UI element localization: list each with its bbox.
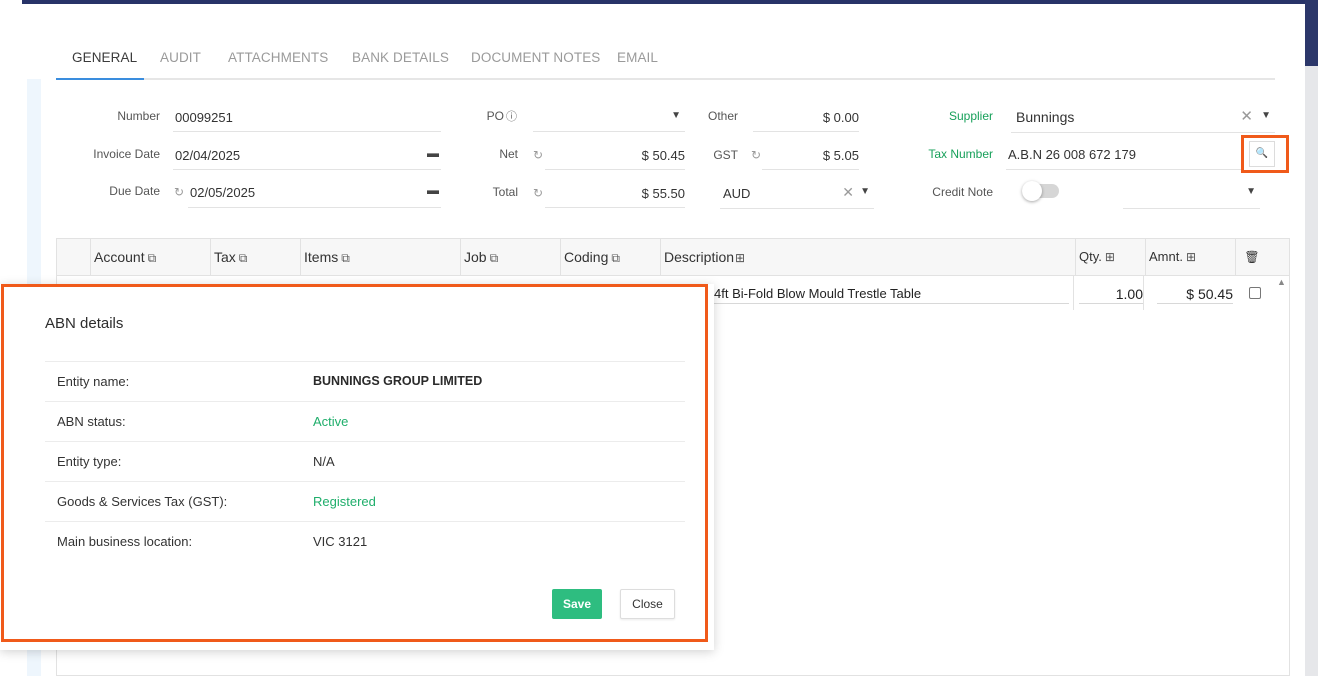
refresh-icon[interactable]: ↻ <box>751 148 761 162</box>
tax-number-field[interactable]: A.B.N 26 008 672 179 <box>1006 146 1241 170</box>
gst-field[interactable]: $ 5.05 <box>762 146 859 170</box>
grid-header: Account ⧉ Tax ⧉ Items ⧉ Job ⧉ Coding ⧉ Descri… <box>57 239 1289 276</box>
column-delete[interactable]: 🗑 <box>1235 239 1268 276</box>
dropdown-arrow-icon[interactable]: ▼ <box>671 110 681 121</box>
net-label: Net <box>499 147 518 161</box>
invoice-date-label: Invoice Date <box>93 147 160 161</box>
other-label: Other <box>707 109 738 123</box>
clear-icon[interactable]: ✕ <box>842 184 854 201</box>
info-icon[interactable]: ⓘ <box>506 108 517 124</box>
currency-select[interactable]: AUD ✕ ▼ <box>720 184 874 209</box>
due-date-field[interactable]: 02/05/2025 ▬ <box>188 183 441 208</box>
tab-general[interactable]: GENERAL <box>72 50 137 65</box>
other-field[interactable]: $ 0.00 <box>753 108 859 132</box>
number-label: Number <box>117 109 160 123</box>
active-tab-indicator <box>56 78 144 80</box>
top-bar <box>22 0 1305 4</box>
clear-icon[interactable]: ✕ <box>1240 107 1253 125</box>
trash-icon[interactable]: 🗑 <box>1244 250 1259 264</box>
supplier-label: Supplier <box>948 109 993 123</box>
gst-label: GST <box>713 148 738 162</box>
dropdown-arrow-icon[interactable]: ▼ <box>1246 186 1256 197</box>
net-field[interactable]: $ 50.45 <box>545 146 685 170</box>
total-field[interactable]: $ 55.50 <box>545 184 685 208</box>
po-label: PO <box>486 109 504 123</box>
column-items[interactable]: Items ⧉ <box>300 239 460 276</box>
description-cell[interactable]: 4ft Bi-Fold Blow Mould Trestle Table <box>714 286 1069 304</box>
tab-attachments[interactable]: ATTACHMENTS <box>228 50 328 65</box>
tab-audit[interactable]: AUDIT <box>160 50 201 65</box>
copy-icon[interactable]: ⧉ <box>239 251 248 265</box>
col-divider <box>1143 276 1144 310</box>
copy-icon[interactable]: ⧉ <box>341 251 350 265</box>
number-field[interactable]: 00099251 <box>173 108 441 132</box>
copy-icon[interactable]: ⧉ <box>148 251 157 265</box>
tab-document-notes[interactable]: DOCUMENT NOTES <box>471 50 600 65</box>
tab-bar: GENERAL AUDIT ATTACHMENTS BANK DETAILS D… <box>56 40 1275 80</box>
toggle-knob <box>1022 181 1042 201</box>
column-coding[interactable]: Coding ⧉ <box>560 239 660 276</box>
tab-bank-details[interactable]: BANK DETAILS <box>352 50 449 65</box>
refresh-icon[interactable]: ↻ <box>533 186 543 200</box>
credit-note-label: Credit Note <box>932 185 993 199</box>
qty-cell[interactable]: 1.00 <box>1079 286 1143 304</box>
amount-cell[interactable]: $ 50.45 <box>1157 286 1233 304</box>
column-qty[interactable]: Qty. ⊞ <box>1075 239 1145 276</box>
column-description[interactable]: Description⊞ <box>660 239 1075 276</box>
dropdown-arrow-icon[interactable]: ▼ <box>1261 110 1271 121</box>
dropdown-arrow-icon[interactable]: ▼ <box>860 186 870 197</box>
autofit-icon[interactable]: ⊞ <box>1186 250 1196 264</box>
calendar-icon[interactable]: ▬ <box>427 183 439 197</box>
tax-number-label: Tax Number <box>928 147 993 161</box>
due-date-label: Due Date <box>109 184 160 198</box>
autofit-icon[interactable]: ⊞ <box>1105 250 1115 264</box>
scroll-up-icon[interactable]: ▲ <box>1277 277 1286 287</box>
tab-email[interactable]: EMAIL <box>617 50 658 65</box>
credit-note-select[interactable]: ▼ <box>1123 184 1260 209</box>
invoice-date-field[interactable]: 02/04/2025 ▬ <box>173 146 441 170</box>
column-job[interactable]: Job ⧉ <box>460 239 560 276</box>
refresh-icon[interactable]: ↻ <box>533 148 543 162</box>
col-divider <box>1073 276 1074 310</box>
right-strip-header <box>1305 0 1318 66</box>
column-tax[interactable]: Tax ⧉ <box>210 239 300 276</box>
copy-icon[interactable]: ⧉ <box>490 251 499 265</box>
refresh-icon[interactable]: ↻ <box>174 185 184 199</box>
calendar-icon[interactable]: ▬ <box>427 146 439 160</box>
dialog-highlight <box>1 284 708 642</box>
column-account[interactable]: Account ⧉ <box>90 239 210 276</box>
credit-note-toggle[interactable] <box>1022 181 1059 201</box>
copy-icon[interactable]: ⧉ <box>611 251 620 265</box>
lookup-highlight <box>1241 135 1289 173</box>
supplier-select[interactable]: Bunnings ✕ ▼ <box>1011 107 1275 133</box>
autofit-icon[interactable]: ⊞ <box>735 251 745 265</box>
column-amount[interactable]: Amnt. ⊞ <box>1145 239 1235 276</box>
row-select-checkbox[interactable] <box>1249 287 1261 299</box>
right-scroll-strip <box>1305 0 1318 676</box>
total-label: Total <box>492 185 518 199</box>
po-select[interactable]: ▼ <box>533 108 685 132</box>
